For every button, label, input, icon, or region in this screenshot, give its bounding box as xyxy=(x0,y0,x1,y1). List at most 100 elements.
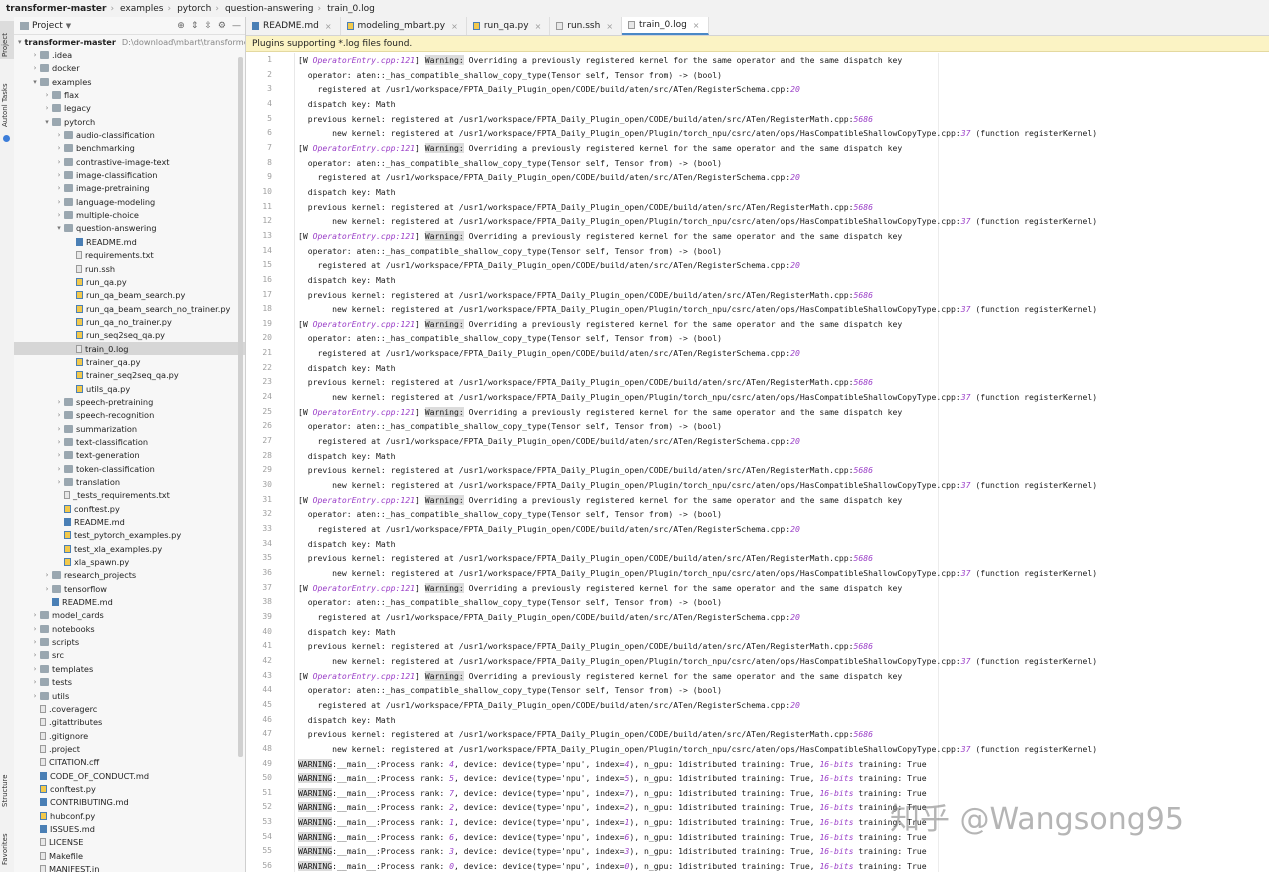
chevron-right-icon[interactable]: › xyxy=(30,692,40,700)
tree-item[interactable]: test_pytorch_examples.py xyxy=(14,529,245,542)
tree-item[interactable]: › audio-classification xyxy=(14,128,245,141)
chevron-down-icon[interactable]: ▾ xyxy=(42,118,52,126)
editor-tab[interactable]: README.md × xyxy=(246,17,341,35)
tree-item[interactable]: run_seq2seq_qa.py xyxy=(14,329,245,342)
tree-item[interactable]: run_qa.py xyxy=(14,275,245,288)
collapse-all-icon[interactable]: ⇳ xyxy=(204,21,212,31)
tree-item[interactable]: › notebooks xyxy=(14,622,245,635)
tree-item[interactable]: › speech-pretraining xyxy=(14,395,245,408)
editor-tab[interactable]: run.ssh × xyxy=(550,17,623,35)
chevron-down-icon[interactable]: ▾ xyxy=(54,224,64,232)
tree-item[interactable]: MANIFEST.in xyxy=(14,862,245,872)
tree-item[interactable]: conftest.py xyxy=(14,782,245,795)
tree-item[interactable]: ▾ pytorch xyxy=(14,115,245,128)
tree-item[interactable]: .gitignore xyxy=(14,729,245,742)
tree-item[interactable]: › tests xyxy=(14,676,245,689)
tree-item[interactable]: requirements.txt xyxy=(14,249,245,262)
tree-item[interactable]: run_qa_beam_search_no_trainer.py xyxy=(14,302,245,315)
tree-item[interactable]: conftest.py xyxy=(14,502,245,515)
chevron-right-icon[interactable]: › xyxy=(54,144,64,152)
structure-tool-label[interactable]: Structure xyxy=(1,774,9,807)
tree-item[interactable]: › utils xyxy=(14,689,245,702)
project-tool-label[interactable]: Project xyxy=(1,33,9,57)
tree-item[interactable]: README.md xyxy=(14,235,245,248)
chevron-right-icon[interactable]: › xyxy=(30,638,40,646)
tree-item[interactable]: › tensorflow xyxy=(14,582,245,595)
log-editor[interactable]: [W OperatorEntry.cpp:121] Warning: Overr… xyxy=(294,53,1269,872)
tree-item[interactable]: › .idea xyxy=(14,48,245,61)
chevron-right-icon[interactable]: › xyxy=(54,198,64,206)
tree-item[interactable]: xla_spawn.py xyxy=(14,555,245,568)
chevron-right-icon[interactable]: › xyxy=(54,411,64,419)
tree-item[interactable]: README.md xyxy=(14,595,245,608)
tree-item[interactable]: .project xyxy=(14,742,245,755)
tree-item[interactable]: run_qa_beam_search.py xyxy=(14,289,245,302)
tree-item[interactable]: hubconf.py xyxy=(14,809,245,822)
chevron-right-icon[interactable]: › xyxy=(54,184,64,192)
tree-item[interactable]: utils_qa.py xyxy=(14,382,245,395)
plugin-banner[interactable]: Plugins supporting *.log files found. xyxy=(246,36,1269,52)
tree-item[interactable]: ISSUES.md xyxy=(14,822,245,835)
breadcrumb-item[interactable]: examples xyxy=(114,4,167,14)
tree-item[interactable]: CONTRIBUTING.md xyxy=(14,796,245,809)
tree-item[interactable]: › text-classification xyxy=(14,435,245,448)
tree-item[interactable]: .coveragerc xyxy=(14,702,245,715)
tree-item[interactable]: › text-generation xyxy=(14,449,245,462)
tree-item[interactable]: run.ssh xyxy=(14,262,245,275)
chevron-down-icon[interactable]: ▾ xyxy=(30,78,40,86)
tree-item[interactable]: trainer_qa.py xyxy=(14,355,245,368)
tree-item[interactable]: Makefile xyxy=(14,849,245,862)
chevron-right-icon[interactable]: › xyxy=(54,171,64,179)
tree-item[interactable]: › model_cards xyxy=(14,609,245,622)
breadcrumb-item[interactable]: pytorch xyxy=(171,4,215,14)
breadcrumb-item[interactable]: transformer-master xyxy=(0,4,110,14)
tree-item[interactable]: › translation xyxy=(14,475,245,488)
close-icon[interactable]: × xyxy=(451,22,458,31)
chevron-right-icon[interactable]: › xyxy=(30,64,40,72)
tree-item[interactable]: › docker xyxy=(14,62,245,75)
breadcrumb-item[interactable]: train_0.log xyxy=(321,4,379,14)
chevron-right-icon[interactable]: › xyxy=(30,611,40,619)
tree-item[interactable]: › benchmarking xyxy=(14,142,245,155)
tree-item[interactable]: _tests_requirements.txt xyxy=(14,489,245,502)
project-scrollbar[interactable] xyxy=(238,57,243,757)
chevron-right-icon[interactable]: › xyxy=(54,398,64,406)
tree-item[interactable]: › language-modeling xyxy=(14,195,245,208)
locate-icon[interactable]: ⊕ xyxy=(177,21,185,31)
editor-tab[interactable]: train_0.log × xyxy=(622,17,709,35)
chevron-right-icon[interactable]: › xyxy=(54,451,64,459)
autonl-tasks-label[interactable]: Autonl Tasks xyxy=(1,83,9,127)
project-view-selector[interactable]: Project xyxy=(32,21,63,31)
chevron-right-icon[interactable]: › xyxy=(54,465,64,473)
chevron-right-icon[interactable]: › xyxy=(30,665,40,673)
tree-item[interactable]: › src xyxy=(14,649,245,662)
tree-item[interactable]: › flax xyxy=(14,88,245,101)
editor-tab[interactable]: run_qa.py × xyxy=(467,17,551,35)
tree-item[interactable]: train_0.log xyxy=(14,341,245,356)
chevron-right-icon[interactable]: › xyxy=(54,478,64,486)
chevron-right-icon[interactable]: › xyxy=(42,91,52,99)
tree-item[interactable]: › contrastive-image-text xyxy=(14,155,245,168)
chevron-right-icon[interactable]: › xyxy=(30,678,40,686)
tree-item[interactable]: › legacy xyxy=(14,102,245,115)
chevron-right-icon[interactable]: › xyxy=(30,625,40,633)
tree-item[interactable]: ▾ transformer-master D:\download\mbart\tra… xyxy=(14,35,245,48)
close-icon[interactable]: × xyxy=(535,22,542,31)
tree-item[interactable]: › image-classification xyxy=(14,168,245,181)
tree-item[interactable]: trainer_seq2seq_qa.py xyxy=(14,369,245,382)
chevron-right-icon[interactable]: › xyxy=(54,425,64,433)
chevron-right-icon[interactable]: › xyxy=(42,571,52,579)
chevron-right-icon[interactable]: › xyxy=(54,158,64,166)
tree-item[interactable]: › speech-recognition xyxy=(14,409,245,422)
close-icon[interactable]: × xyxy=(606,22,613,31)
breadcrumb-item[interactable]: question-answering xyxy=(219,4,318,14)
chevron-right-icon[interactable]: › xyxy=(30,651,40,659)
tree-item[interactable]: › scripts xyxy=(14,635,245,648)
tree-item[interactable]: CITATION.cff xyxy=(14,756,245,769)
chevron-right-icon[interactable]: › xyxy=(42,585,52,593)
tree-item[interactable]: › templates xyxy=(14,662,245,675)
chevron-right-icon[interactable]: › xyxy=(54,211,64,219)
chevron-right-icon[interactable]: › xyxy=(54,131,64,139)
tree-item[interactable]: run_qa_no_trainer.py xyxy=(14,315,245,328)
minimize-icon[interactable]: — xyxy=(232,21,241,31)
